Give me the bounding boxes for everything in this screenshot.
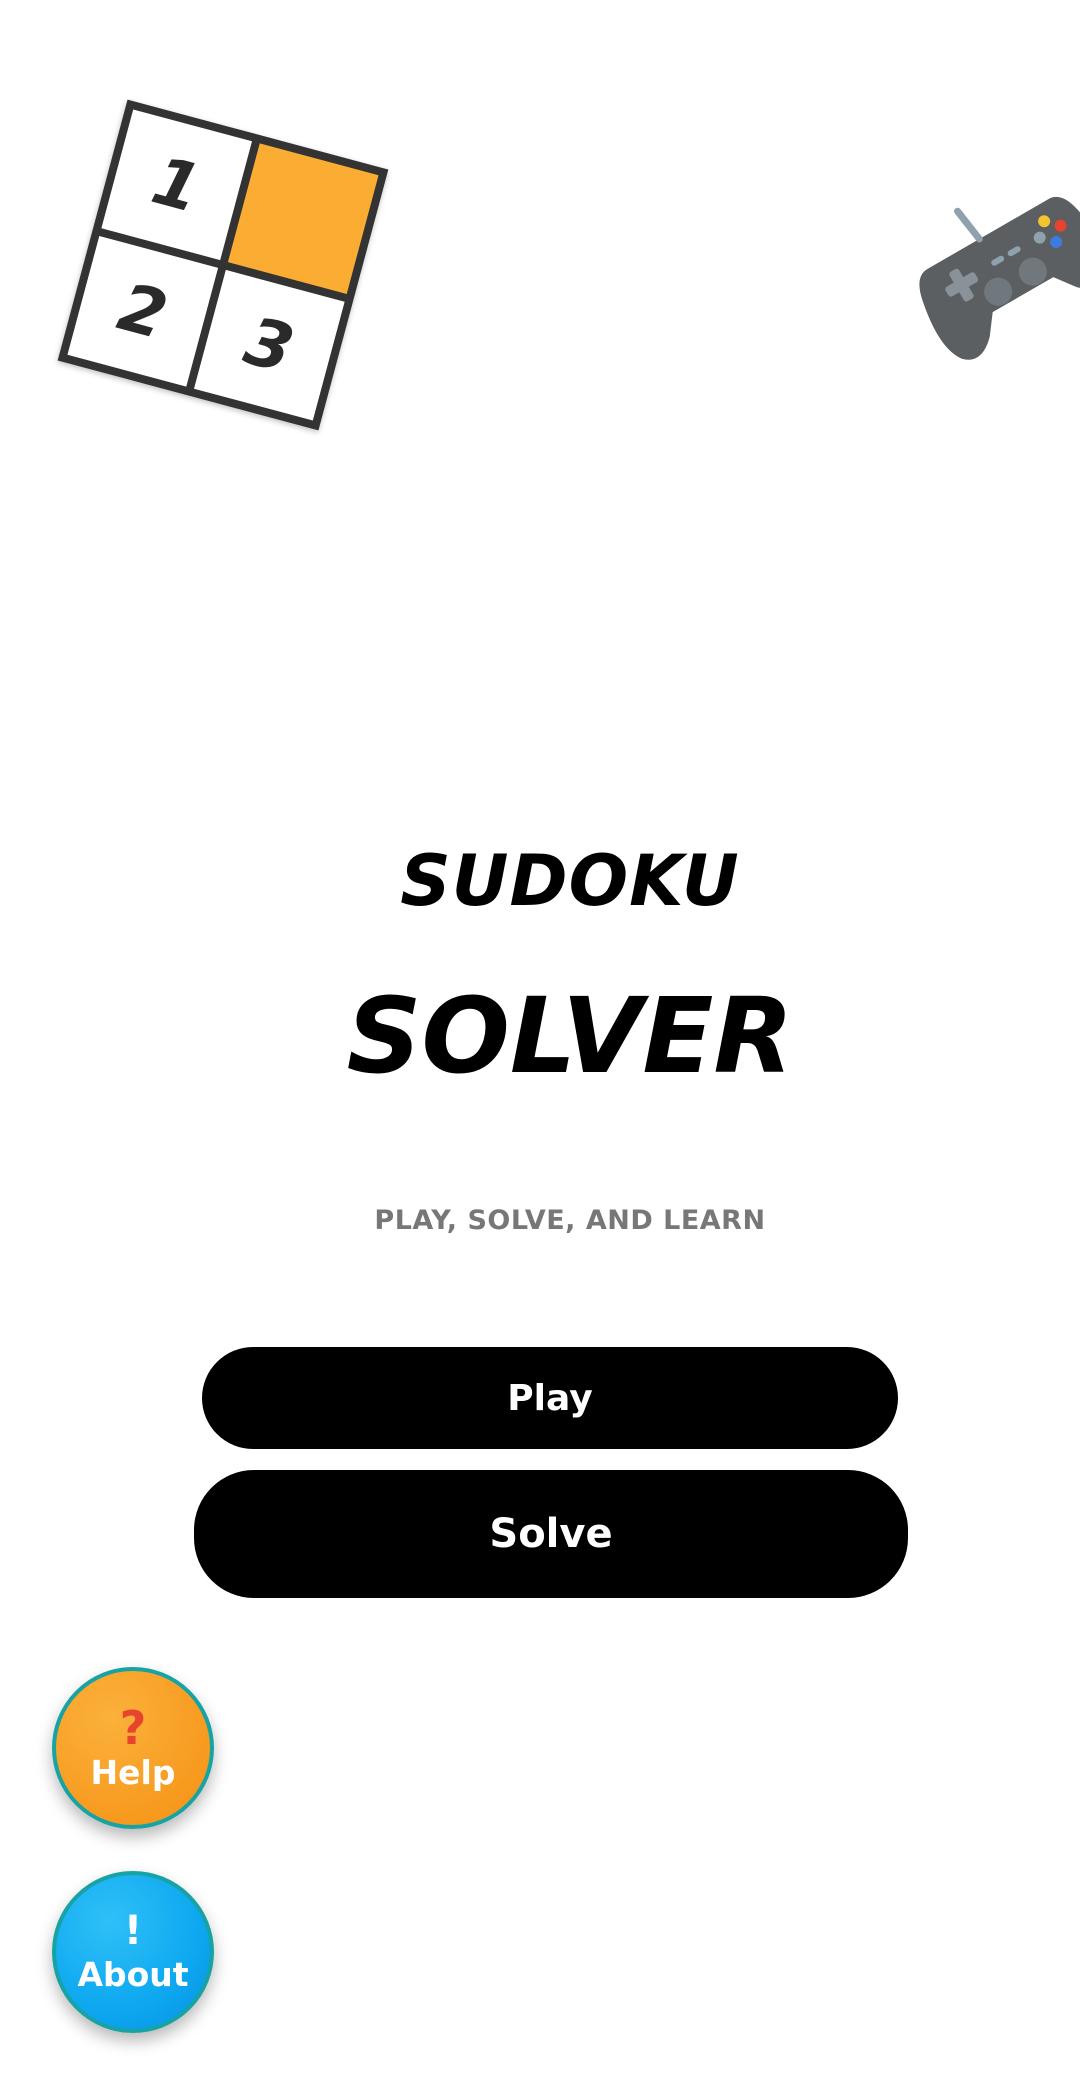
exclamation-mark-icon: ! bbox=[123, 1907, 143, 1954]
sudoku-grid-icon: 1 2 3 bbox=[57, 99, 389, 431]
about-button[interactable]: ! About bbox=[52, 1871, 214, 2033]
play-button-label: Play bbox=[507, 1377, 593, 1419]
help-button-label: Help bbox=[90, 1752, 176, 1792]
help-button[interactable]: ? Help bbox=[52, 1667, 214, 1829]
home-screen: 1 2 3 SUDOKU SOLVER PLAY, SOLVE, AND LEA… bbox=[0, 0, 1080, 2099]
about-button-label: About bbox=[77, 1954, 189, 1994]
app-tagline: PLAY, SOLVE, AND LEARN bbox=[374, 1205, 766, 1236]
app-title-line1: SUDOKU bbox=[400, 840, 740, 922]
logo-cell-highlighted bbox=[227, 143, 379, 295]
question-mark-icon: ? bbox=[119, 1700, 147, 1755]
app-title-line2: SOLVER bbox=[346, 975, 794, 1097]
play-button[interactable]: Play bbox=[202, 1347, 898, 1449]
logo-cell-1: 1 bbox=[101, 109, 253, 261]
logo-cell-2: 2 bbox=[67, 235, 219, 387]
solve-button[interactable]: Solve bbox=[194, 1470, 908, 1598]
solve-button-label: Solve bbox=[489, 1511, 613, 1557]
logo-cell-3: 3 bbox=[193, 269, 345, 421]
gamepad-icon bbox=[919, 196, 1080, 360]
